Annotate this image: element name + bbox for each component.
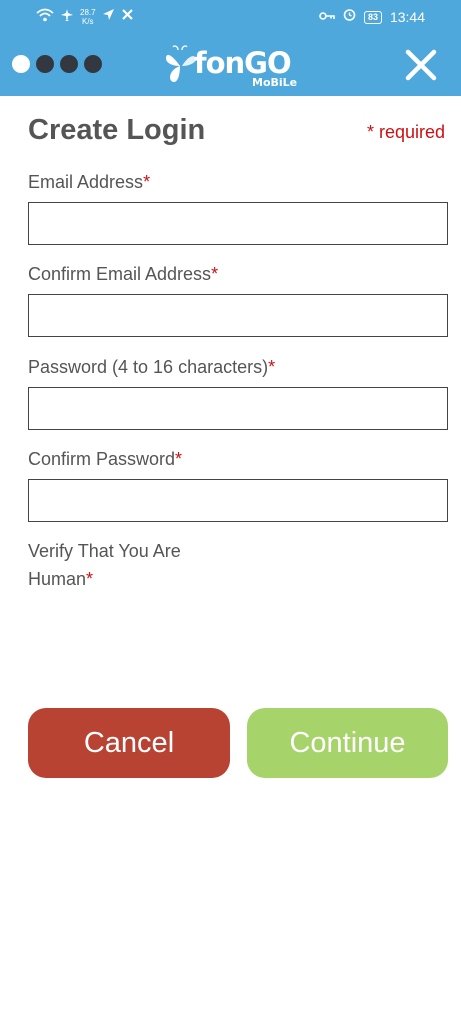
continue-button[interactable]: Continue [247, 708, 448, 778]
verify-human-line2: Human [28, 569, 87, 589]
confirm-password-field[interactable] [28, 479, 448, 522]
required-star: * [143, 172, 151, 192]
progress-dot-2 [36, 55, 54, 73]
confirm-password-label: Confirm Password* [28, 445, 182, 473]
page-title: Create Login [28, 114, 206, 146]
confirm-email-label-text: Confirm Email Address [28, 264, 212, 284]
progress-dot-4 [84, 55, 102, 73]
logo-subtitle: MoBiLe [252, 76, 298, 89]
close-button[interactable] [404, 48, 438, 82]
confirm-password-label-text: Confirm Password [28, 449, 176, 469]
alarm-icon [343, 8, 356, 26]
required-note: * required [366, 122, 445, 142]
progress-dot-1 [12, 55, 30, 73]
network-speed-unit: K/s [82, 17, 94, 26]
email-field[interactable] [28, 202, 448, 245]
verify-human-line1: Verify That You Are [28, 541, 181, 561]
status-left-icons: 28.7 K/s [36, 6, 134, 28]
password-field[interactable] [28, 387, 448, 430]
verify-human-label: Verify That You Are Human* [28, 537, 181, 593]
password-label: Password (4 to 16 characters)* [28, 353, 275, 381]
progress-dots [12, 55, 102, 73]
required-star: * [211, 264, 219, 284]
confirm-email-field[interactable] [28, 294, 448, 337]
password-label-text: Password (4 to 16 characters) [28, 357, 269, 377]
close-icon [404, 49, 438, 86]
battery-indicator: 83 [363, 10, 382, 24]
email-label-text: Email Address [28, 172, 144, 192]
app-header: fonGO MoBiLe [0, 34, 461, 96]
clock: 13:44 [389, 9, 425, 25]
send-icon [102, 8, 115, 26]
required-star: * [268, 357, 276, 377]
network-speed: 28.7 K/s [80, 8, 96, 26]
cancel-button[interactable]: Cancel [28, 708, 230, 778]
network-speed-value: 28.7 [80, 8, 96, 17]
required-star: * [175, 449, 183, 469]
fongo-logo: fonGO MoBiLe [164, 40, 298, 92]
email-label: Email Address* [28, 168, 150, 196]
vpn-key-icon [319, 8, 335, 26]
wifi-icon [36, 8, 54, 27]
progress-dot-3 [60, 55, 78, 73]
required-star: * [86, 569, 94, 589]
airplane-mode-icon [60, 8, 74, 27]
status-right-icons: 83 13:44 [319, 6, 425, 28]
logo-wordmark: fonGO [194, 46, 292, 80]
butterfly-notification-icon [121, 8, 134, 26]
status-bar: 28.7 K/s 83 13:44 [0, 0, 461, 34]
confirm-email-label: Confirm Email Address* [28, 260, 218, 288]
